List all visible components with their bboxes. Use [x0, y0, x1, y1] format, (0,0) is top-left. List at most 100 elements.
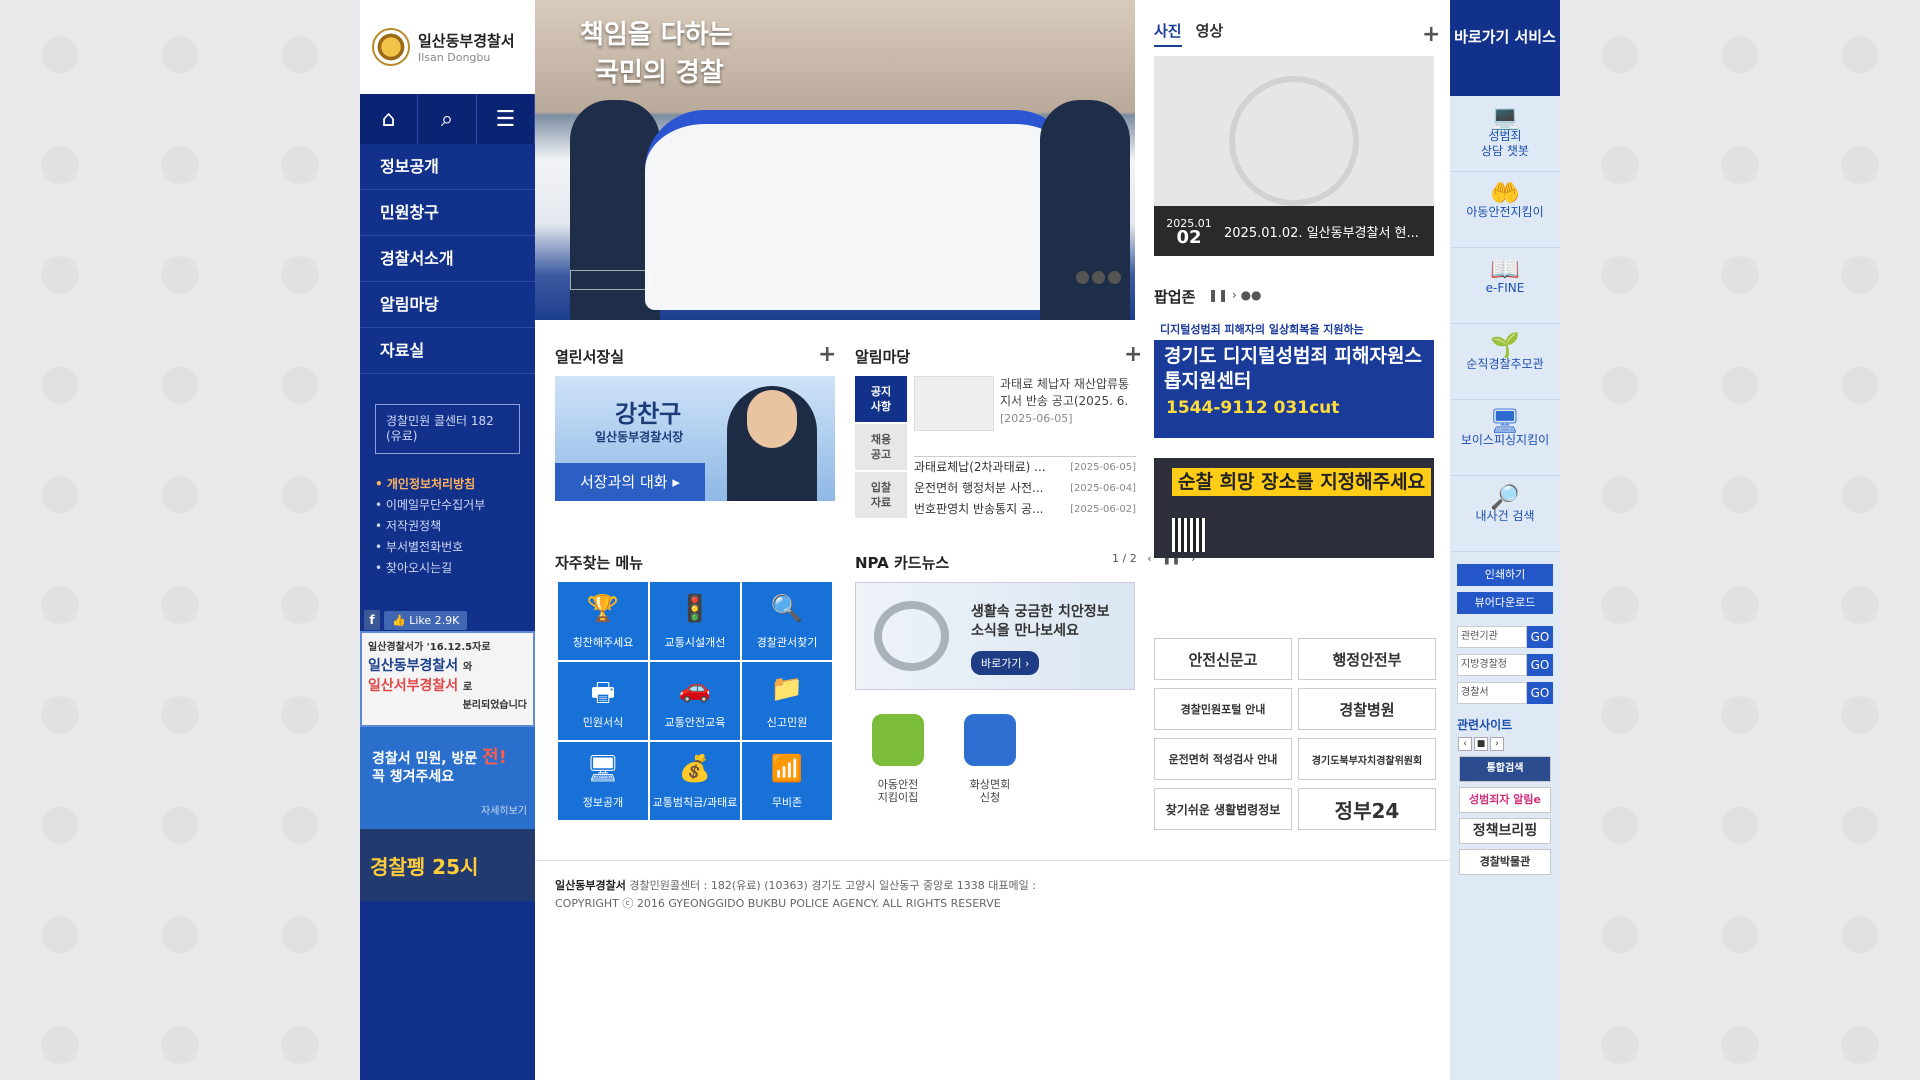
- list-item[interactable]: 과태료체납(2차과태료) ... [2025-06-05]: [914, 457, 1136, 478]
- next-icon[interactable]: ›: [1490, 737, 1504, 751]
- chief-dialogue-button[interactable]: 서장과의 대화 ▸: [555, 463, 705, 501]
- photo-gallery[interactable]: 2025.01 02 2025.01.02. 일산동부경찰서 현...: [1154, 56, 1434, 256]
- phone-link[interactable]: • 부서별전화번호: [375, 537, 535, 558]
- quick-item-find-station[interactable]: 🔍 경찰관서찾기: [742, 582, 832, 660]
- quick-item-traffic-facility[interactable]: 🚦 교통시설개선: [650, 582, 740, 660]
- prev-icon[interactable]: ‹: [1147, 552, 1151, 565]
- related-site-link[interactable]: 경찰박물관: [1459, 849, 1551, 875]
- quick-item-memorial[interactable]: 🌱 순직경찰추모관: [1450, 324, 1560, 400]
- tab-bid[interactable]: 입찰 자료: [855, 472, 907, 518]
- quick-item-info[interactable]: 🖥 정보공개: [558, 742, 648, 820]
- left-sidebar: 일산동부경찰서 Ilsan Dongbu ⌂ ⌕ ☰ 정보공개 민원창구 경찰서…: [360, 0, 535, 1080]
- popup-digital-crime[interactable]: 디지털성범죄 피해자의 일상회복을 지원하는 경기도 디지털성범죄 피해자원스톱…: [1154, 318, 1434, 438]
- select-police-station[interactable]: 경찰서 GO: [1457, 682, 1553, 704]
- like-label: Like: [409, 613, 432, 627]
- slide-dot[interactable]: [1092, 271, 1105, 284]
- footer-name: 일산동부경찰서: [555, 879, 626, 892]
- quick-item-chatbot[interactable]: 💻 성범죄 상담 챗봇: [1450, 96, 1560, 172]
- menu-item-data[interactable]: 자료실: [360, 328, 535, 374]
- pause-icon[interactable]: ■: [1474, 737, 1488, 751]
- tab-video[interactable]: 영상: [1196, 20, 1224, 47]
- chief-banner[interactable]: 강찬구 일산동부경찰서장 서장과의 대화 ▸: [555, 376, 835, 501]
- org-link[interactable]: 정부24: [1298, 788, 1436, 830]
- next-icon[interactable]: ›: [1232, 288, 1237, 302]
- quick-item-traffic-edu[interactable]: 🚗 교통안전교육: [650, 662, 740, 740]
- home-icon[interactable]: ⌂: [360, 94, 419, 144]
- banner-penguin[interactable]: 경찰펭 25시: [360, 829, 535, 901]
- privacy-link[interactable]: • 개인정보처리방침: [375, 474, 535, 495]
- menu-item-info[interactable]: 정보공개: [360, 144, 535, 190]
- popup-patrol[interactable]: 순찰 희망 장소를 지정해주세요: [1154, 458, 1434, 558]
- quick-item-label: 교통시설개선: [664, 636, 726, 649]
- quick-service-header: 바로가기 서비스: [1450, 0, 1560, 96]
- quick-item-praise[interactable]: 🏆 칭찬해주세요: [558, 582, 648, 660]
- search-icon[interactable]: ⌕: [418, 94, 477, 144]
- email-link[interactable]: • 이메일무단수집거부: [375, 495, 535, 516]
- notice-more-icon[interactable]: +: [1124, 342, 1142, 367]
- slide-dot[interactable]: [1108, 271, 1121, 284]
- slide-control[interactable]: [570, 270, 650, 290]
- org-link[interactable]: 경기도북부자치경찰위원회: [1298, 738, 1436, 780]
- go-button[interactable]: GO: [1527, 682, 1553, 704]
- related-site-link[interactable]: 정책브리핑: [1459, 818, 1551, 844]
- photo-caption: 2025.01 02 2025.01.02. 일산동부경찰서 현...: [1154, 206, 1434, 256]
- select-related-org[interactable]: 관련기관 GO: [1457, 626, 1553, 648]
- related-site-link[interactable]: 통합검색: [1459, 756, 1551, 782]
- list-item[interactable]: 운전면허 행정처분 사전... [2025-06-04]: [914, 478, 1136, 499]
- notice-thumbnail[interactable]: [914, 376, 994, 431]
- go-button[interactable]: GO: [1527, 626, 1553, 648]
- app-video-visit[interactable]: 화상면회 신청: [964, 714, 1016, 804]
- facebook-like-button[interactable]: 👍 Like 2.9K: [384, 610, 468, 630]
- list-item[interactable]: 번호판영치 반송통지 공... [2025-06-02]: [914, 499, 1136, 520]
- org-link[interactable]: 안전신문고: [1154, 638, 1292, 680]
- photo-more-icon[interactable]: +: [1422, 22, 1440, 47]
- cardnews-banner[interactable]: 생활속 궁금한 치안정보 소식을 만나보세요 바로가기 ›: [855, 582, 1135, 690]
- banner-visit[interactable]: 경찰서 민원, 방문 전! 꼭 챙겨주세요 자세히보기: [360, 727, 535, 829]
- copyright-link[interactable]: • 저작권정책: [375, 516, 535, 537]
- directions-link[interactable]: • 찾아오시는길: [375, 558, 535, 579]
- menu-item-notice[interactable]: 알림마당: [360, 282, 535, 328]
- menu-icon[interactable]: ☰: [477, 94, 535, 144]
- facebook-icon[interactable]: f: [364, 610, 380, 630]
- facebook-row: f 👍 Like 2.9K: [360, 609, 535, 631]
- quick-item-forms[interactable]: 🖶 민원서식: [558, 662, 648, 740]
- site-logo[interactable]: 일산동부경찰서 Ilsan Dongbu: [360, 0, 535, 94]
- quick-item-fine[interactable]: 💰 교통범칙금/과태료: [650, 742, 740, 820]
- prev-icon[interactable]: ‹: [1458, 737, 1472, 751]
- go-button[interactable]: GO: [1527, 654, 1553, 676]
- banner-split-notice[interactable]: 일산경찰서가 '16.12.5자로 일산동부경찰서 와 일산서부경찰서 로 분리…: [360, 631, 535, 727]
- cardnews-button[interactable]: 바로가기 ›: [971, 651, 1040, 675]
- quick-item-phishing[interactable]: 🖥 보이스피싱지킴이: [1450, 400, 1560, 476]
- popup-dot[interactable]: ●●: [1241, 288, 1262, 302]
- org-link[interactable]: 찾기쉬운 생활법령정보: [1154, 788, 1292, 830]
- quick-item-label: 신고민원: [766, 716, 808, 729]
- tab-recruit[interactable]: 채용 공고: [855, 424, 907, 470]
- viewer-download-button[interactable]: 뷰어다운로드: [1457, 592, 1553, 614]
- pause-icon[interactable]: ❚❚: [1208, 288, 1228, 302]
- quick-item-case-search[interactable]: 🔎 내사건 검색: [1450, 476, 1560, 552]
- tab-photo[interactable]: 사진: [1154, 20, 1182, 47]
- related-site-link[interactable]: 성범죄자 알림e: [1459, 787, 1551, 813]
- quick-item-child-guard[interactable]: 🤲 아동안전지킴이: [1450, 172, 1560, 248]
- org-link[interactable]: 경찰민원포털 안내: [1154, 688, 1292, 730]
- menu-item-about[interactable]: 경찰서소개: [360, 236, 535, 282]
- org-link[interactable]: 경찰병원: [1298, 688, 1436, 730]
- quick-item-report[interactable]: 📁 신고민원: [742, 662, 832, 740]
- popup2-main: 순찰 희망 장소를 지정해주세요: [1172, 468, 1432, 496]
- print-button[interactable]: 인쇄하기: [1457, 564, 1553, 586]
- banner2-more[interactable]: 자세히보기: [481, 803, 527, 821]
- quick-item-movie[interactable]: 📶 무비존: [742, 742, 832, 820]
- hero-banner[interactable]: 책임을 다하는 국민의 경찰: [535, 0, 1135, 320]
- select-regional-police[interactable]: 지방경찰청 GO: [1457, 654, 1553, 676]
- notice-featured-title: 과태료 체납자 재산압류통지서 반송 공고(2025. 6.: [1000, 377, 1130, 408]
- org-link[interactable]: 운전면허 적성검사 안내: [1154, 738, 1292, 780]
- tab-notice[interactable]: 공지 사항: [855, 376, 907, 422]
- slide-dots[interactable]: [1076, 271, 1121, 284]
- quick-item-efine[interactable]: 📖 e-FINE: [1450, 248, 1560, 324]
- org-link[interactable]: 행정안전부: [1298, 638, 1436, 680]
- notice-featured[interactable]: 과태료 체납자 재산압류통지서 반송 공고(2025. 6. [2025-06-…: [1000, 376, 1135, 427]
- slide-dot[interactable]: [1076, 271, 1089, 284]
- menu-item-civil[interactable]: 민원창구: [360, 190, 535, 236]
- chief-more-icon[interactable]: +: [818, 342, 836, 367]
- app-child-safety[interactable]: 아동안전 지킴이집: [872, 714, 924, 804]
